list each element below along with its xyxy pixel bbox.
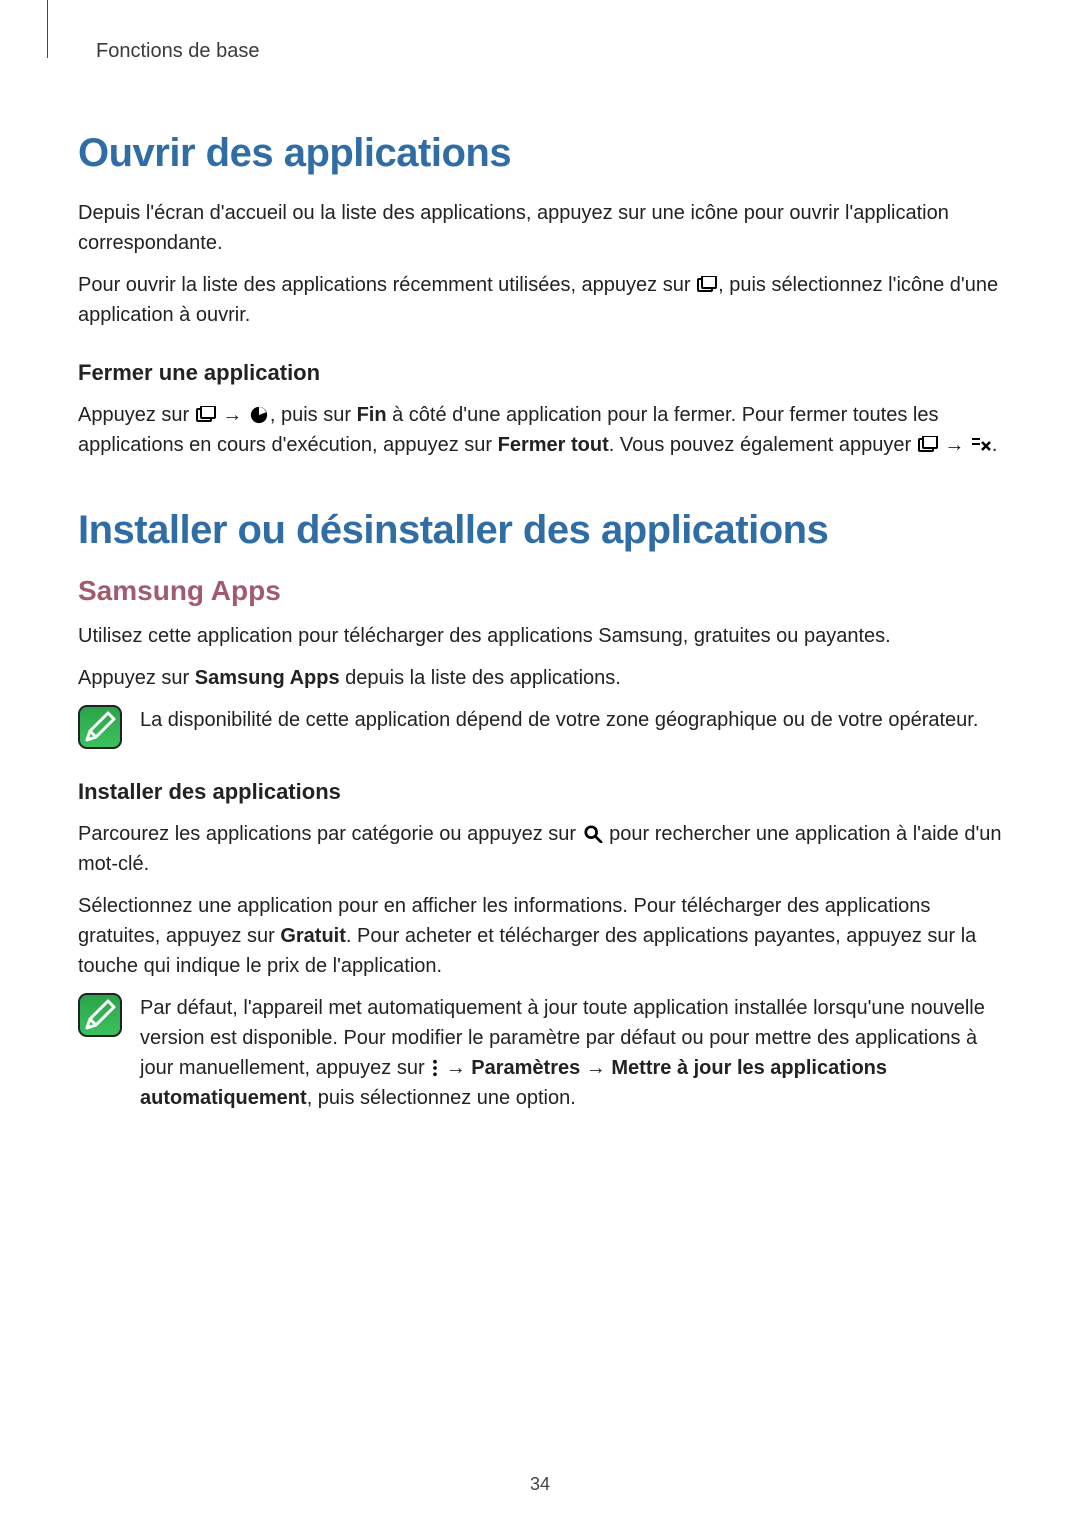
page-number: 34	[0, 1474, 1080, 1495]
text-fragment: , puis sur	[270, 404, 357, 426]
heading-ouvrir-applications: Ouvrir des applications	[78, 131, 1002, 176]
breadcrumb: Fonctions de base	[96, 40, 1002, 63]
heading-installer-applications: Installer des applications	[78, 779, 1002, 805]
page-edge-rule	[47, 0, 48, 58]
pie-chart-icon	[248, 406, 270, 424]
recent-apps-icon	[696, 276, 718, 294]
body-text: Appuyez sur Samsung Apps depuis la liste…	[78, 663, 1002, 693]
bold-parametres: Paramètres	[471, 1057, 580, 1079]
body-text: Appuyez sur → , puis sur Fin à côté d'un…	[78, 400, 1002, 460]
text-fragment: Appuyez sur	[78, 667, 195, 689]
bold-fin: Fin	[357, 404, 387, 426]
text-fragment: Parcourez les applications par catégorie…	[78, 823, 582, 845]
body-text: Depuis l'écran d'accueil ou la liste des…	[78, 198, 1002, 258]
text-fragment: →	[580, 1057, 611, 1079]
text-fragment: depuis la liste des applications.	[340, 667, 621, 689]
text-fragment: →	[217, 404, 248, 426]
document-page: Fonctions de base Ouvrir des application…	[0, 0, 1080, 1123]
bold-fermer-tout: Fermer tout	[498, 434, 609, 456]
search-icon	[582, 825, 604, 843]
note-text: La disponibilité de cette application dé…	[140, 705, 1002, 735]
bold-gratuit: Gratuit	[280, 925, 346, 947]
text-fragment: →	[939, 434, 970, 456]
body-text: Utilisez cette application pour téléchar…	[78, 621, 1002, 651]
text-fragment: .	[992, 434, 998, 456]
note-icon	[78, 993, 122, 1037]
recent-apps-icon	[195, 406, 217, 424]
recent-apps-icon	[917, 436, 939, 454]
text-fragment: →	[440, 1057, 471, 1079]
body-text: Parcourez les applications par catégorie…	[78, 819, 1002, 879]
text-fragment: , puis sélectionnez une option.	[307, 1087, 576, 1109]
bold-samsung-apps: Samsung Apps	[195, 667, 340, 689]
body-text: Pour ouvrir la liste des applications ré…	[78, 270, 1002, 330]
text-fragment: Pour ouvrir la liste des applications ré…	[78, 274, 696, 296]
note-icon	[78, 705, 122, 749]
menu-dots-icon	[430, 1059, 440, 1077]
heading-installer-desinstaller: Installer ou désinstaller des applicatio…	[78, 508, 1002, 553]
close-all-icon	[970, 436, 992, 454]
text-fragment: Appuyez sur	[78, 404, 195, 426]
heading-samsung-apps: Samsung Apps	[78, 575, 1002, 607]
text-fragment: . Vous pouvez également appuyer	[609, 434, 917, 456]
note-callout: Par défaut, l'appareil met automatiqueme…	[78, 993, 1002, 1123]
heading-fermer-application: Fermer une application	[78, 360, 1002, 386]
note-callout: La disponibilité de cette application dé…	[78, 705, 1002, 749]
body-text: Sélectionnez une application pour en aff…	[78, 891, 1002, 981]
note-text: Par défaut, l'appareil met automatiqueme…	[140, 993, 1002, 1113]
